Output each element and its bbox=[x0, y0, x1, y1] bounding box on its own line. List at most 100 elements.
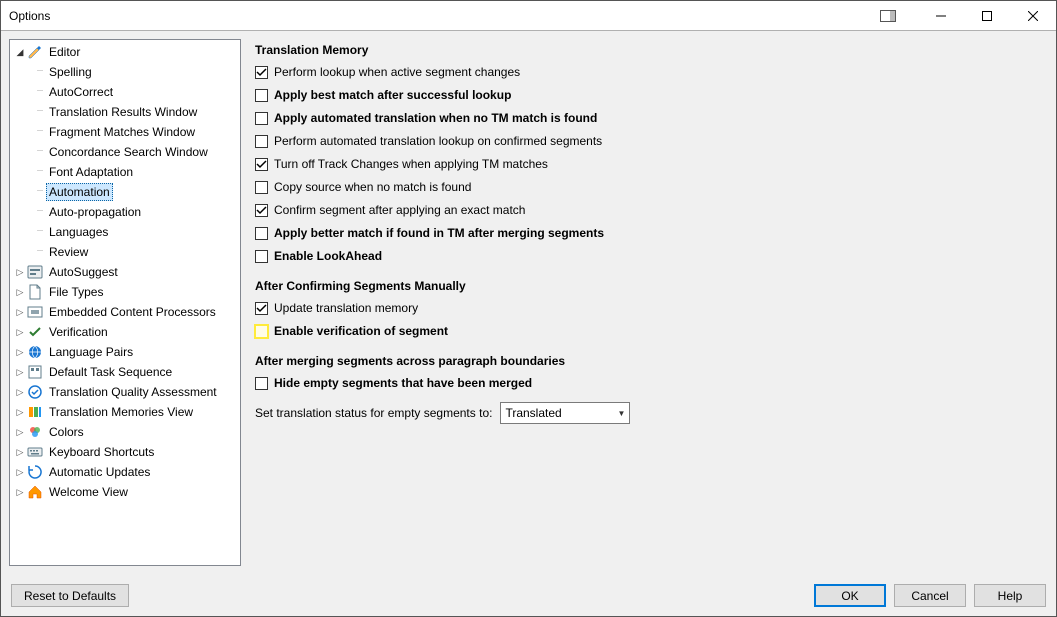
tree-item-autocorrect[interactable]: ┄AutoCorrect bbox=[10, 82, 240, 102]
tree-label: Translation Memories View bbox=[46, 404, 196, 420]
tree-label: Font Adaptation bbox=[46, 164, 136, 180]
cancel-button[interactable]: Cancel bbox=[894, 584, 966, 607]
option-apply-better-match[interactable]: Apply better match if found in TM after … bbox=[255, 224, 1046, 242]
expand-icon[interactable]: ▷ bbox=[14, 467, 26, 478]
tree-item-languages[interactable]: ┄Languages bbox=[10, 222, 240, 242]
checkbox-unchecked-icon[interactable] bbox=[255, 135, 268, 148]
tree-connector-icon: ┄ bbox=[34, 187, 46, 197]
tree-item-font-adaptation[interactable]: ┄Font Adaptation bbox=[10, 162, 240, 182]
checkbox-checked-icon[interactable] bbox=[255, 158, 268, 171]
checkbox-checked-icon[interactable] bbox=[255, 204, 268, 217]
tree-item-embedded-content[interactable]: ▷ Embedded Content Processors bbox=[10, 302, 240, 322]
tree-label: Embedded Content Processors bbox=[46, 304, 219, 320]
tree-item-verification[interactable]: ▷ Verification bbox=[10, 322, 240, 342]
option-turn-off-track-changes[interactable]: Turn off Track Changes when applying TM … bbox=[255, 155, 1046, 173]
tree-item-language-pairs[interactable]: ▷ Language Pairs bbox=[10, 342, 240, 362]
checkbox-unchecked-icon[interactable] bbox=[255, 89, 268, 102]
tree-label: Translation Results Window bbox=[46, 104, 200, 120]
section-after-confirming: After Confirming Segments Manually bbox=[255, 279, 1046, 293]
checkbox-unchecked-icon[interactable] bbox=[255, 112, 268, 125]
tree-item-review[interactable]: ┄Review bbox=[10, 242, 240, 262]
tree-item-tm-view[interactable]: ▷ Translation Memories View bbox=[10, 402, 240, 422]
tree-item-editor[interactable]: ◢ Editor bbox=[10, 42, 240, 62]
option-label: Apply better match if found in TM after … bbox=[274, 226, 604, 240]
autosuggest-icon bbox=[27, 264, 43, 280]
checkbox-unchecked-icon[interactable] bbox=[255, 325, 268, 338]
reset-defaults-button[interactable]: Reset to Defaults bbox=[11, 584, 129, 607]
expand-icon[interactable]: ▷ bbox=[14, 427, 26, 438]
tree-connector-icon: ┄ bbox=[34, 247, 46, 257]
expand-icon[interactable]: ▷ bbox=[14, 367, 26, 378]
tree-item-welcome[interactable]: ▷ Welcome View bbox=[10, 482, 240, 502]
close-button[interactable] bbox=[1010, 1, 1056, 31]
option-label: Apply best match after successful lookup bbox=[274, 88, 511, 102]
checkbox-unchecked-icon[interactable] bbox=[255, 227, 268, 240]
option-enable-verification[interactable]: Enable verification of segment bbox=[255, 322, 1046, 340]
tree-item-spelling[interactable]: ┄Spelling bbox=[10, 62, 240, 82]
tree-label: Languages bbox=[46, 224, 111, 240]
tree-label: File Types bbox=[46, 284, 106, 300]
option-label: Update translation memory bbox=[274, 301, 418, 315]
minimize-button[interactable] bbox=[918, 1, 964, 31]
section-translation-memory: Translation Memory bbox=[255, 43, 1046, 57]
maximize-button[interactable] bbox=[964, 1, 1010, 31]
ok-button[interactable]: OK bbox=[814, 584, 886, 607]
checkbox-unchecked-icon[interactable] bbox=[255, 250, 268, 263]
tree-label: AutoCorrect bbox=[46, 84, 116, 100]
expand-icon[interactable]: ▷ bbox=[14, 387, 26, 398]
option-hide-empty-segments[interactable]: Hide empty segments that have been merge… bbox=[255, 374, 1046, 392]
tree-label: Translation Quality Assessment bbox=[46, 384, 220, 400]
tree-label: Automatic Updates bbox=[46, 464, 153, 480]
tree-label: Colors bbox=[46, 424, 87, 440]
tree-label: Concordance Search Window bbox=[46, 144, 211, 160]
tree-label: Automation bbox=[46, 183, 113, 201]
tree-label: Default Task Sequence bbox=[46, 364, 175, 380]
chevron-down-icon: ▼ bbox=[618, 409, 626, 418]
checkbox-checked-icon[interactable] bbox=[255, 302, 268, 315]
tree-item-keyboard[interactable]: ▷ Keyboard Shortcuts bbox=[10, 442, 240, 462]
tree-item-autosuggest[interactable]: ▷ AutoSuggest bbox=[10, 262, 240, 282]
expand-icon[interactable]: ▷ bbox=[14, 327, 26, 338]
tree-item-file-types[interactable]: ▷ File Types bbox=[10, 282, 240, 302]
expand-icon[interactable]: ▷ bbox=[14, 287, 26, 298]
tree-item-fragment-matches[interactable]: ┄Fragment Matches Window bbox=[10, 122, 240, 142]
tree-item-translation-results[interactable]: ┄Translation Results Window bbox=[10, 102, 240, 122]
checkbox-unchecked-icon[interactable] bbox=[255, 181, 268, 194]
expand-icon[interactable]: ▷ bbox=[14, 407, 26, 418]
options-tree[interactable]: ◢ Editor ┄Spelling ┄AutoCorrect ┄Transla… bbox=[9, 39, 241, 566]
tree-item-auto-propagation[interactable]: ┄Auto-propagation bbox=[10, 202, 240, 222]
option-enable-lookahead[interactable]: Enable LookAhead bbox=[255, 247, 1046, 265]
tree-label: Editor bbox=[46, 44, 83, 60]
tree-item-concordance[interactable]: ┄Concordance Search Window bbox=[10, 142, 240, 162]
status-dropdown[interactable]: Translated ▼ bbox=[500, 402, 630, 424]
option-perform-automated-lookup[interactable]: Perform automated translation lookup on … bbox=[255, 132, 1046, 150]
option-copy-source[interactable]: Copy source when no match is found bbox=[255, 178, 1046, 196]
status-value: Translated bbox=[505, 406, 561, 420]
option-confirm-exact-match[interactable]: Confirm segment after applying an exact … bbox=[255, 201, 1046, 219]
checkbox-checked-icon[interactable] bbox=[255, 66, 268, 79]
tree-connector-icon: ┄ bbox=[34, 127, 46, 137]
tqa-icon bbox=[27, 384, 43, 400]
collapse-icon[interactable]: ◢ bbox=[14, 47, 26, 58]
help-button[interactable]: Help bbox=[974, 584, 1046, 607]
options-content-panel: Translation Memory Perform lookup when a… bbox=[249, 39, 1048, 566]
welcome-icon bbox=[27, 484, 43, 500]
option-apply-best-match[interactable]: Apply best match after successful lookup bbox=[255, 86, 1046, 104]
expand-icon[interactable]: ▷ bbox=[14, 487, 26, 498]
tree-item-automation[interactable]: ┄Automation bbox=[10, 182, 240, 202]
tree-item-default-task[interactable]: ▷ Default Task Sequence bbox=[10, 362, 240, 382]
tablet-mode-icon[interactable] bbox=[878, 6, 898, 26]
expand-icon[interactable]: ▷ bbox=[14, 307, 26, 318]
editor-icon bbox=[27, 44, 43, 60]
option-update-tm[interactable]: Update translation memory bbox=[255, 299, 1046, 317]
tree-item-tqa[interactable]: ▷ Translation Quality Assessment bbox=[10, 382, 240, 402]
tree-connector-icon: ┄ bbox=[34, 207, 46, 217]
tree-item-colors[interactable]: ▷ Colors bbox=[10, 422, 240, 442]
option-apply-automated-translation[interactable]: Apply automated translation when no TM m… bbox=[255, 109, 1046, 127]
expand-icon[interactable]: ▷ bbox=[14, 267, 26, 278]
expand-icon[interactable]: ▷ bbox=[14, 447, 26, 458]
checkbox-unchecked-icon[interactable] bbox=[255, 377, 268, 390]
tree-item-automatic-updates[interactable]: ▷ Automatic Updates bbox=[10, 462, 240, 482]
option-perform-lookup[interactable]: Perform lookup when active segment chang… bbox=[255, 63, 1046, 81]
expand-icon[interactable]: ▷ bbox=[14, 347, 26, 358]
